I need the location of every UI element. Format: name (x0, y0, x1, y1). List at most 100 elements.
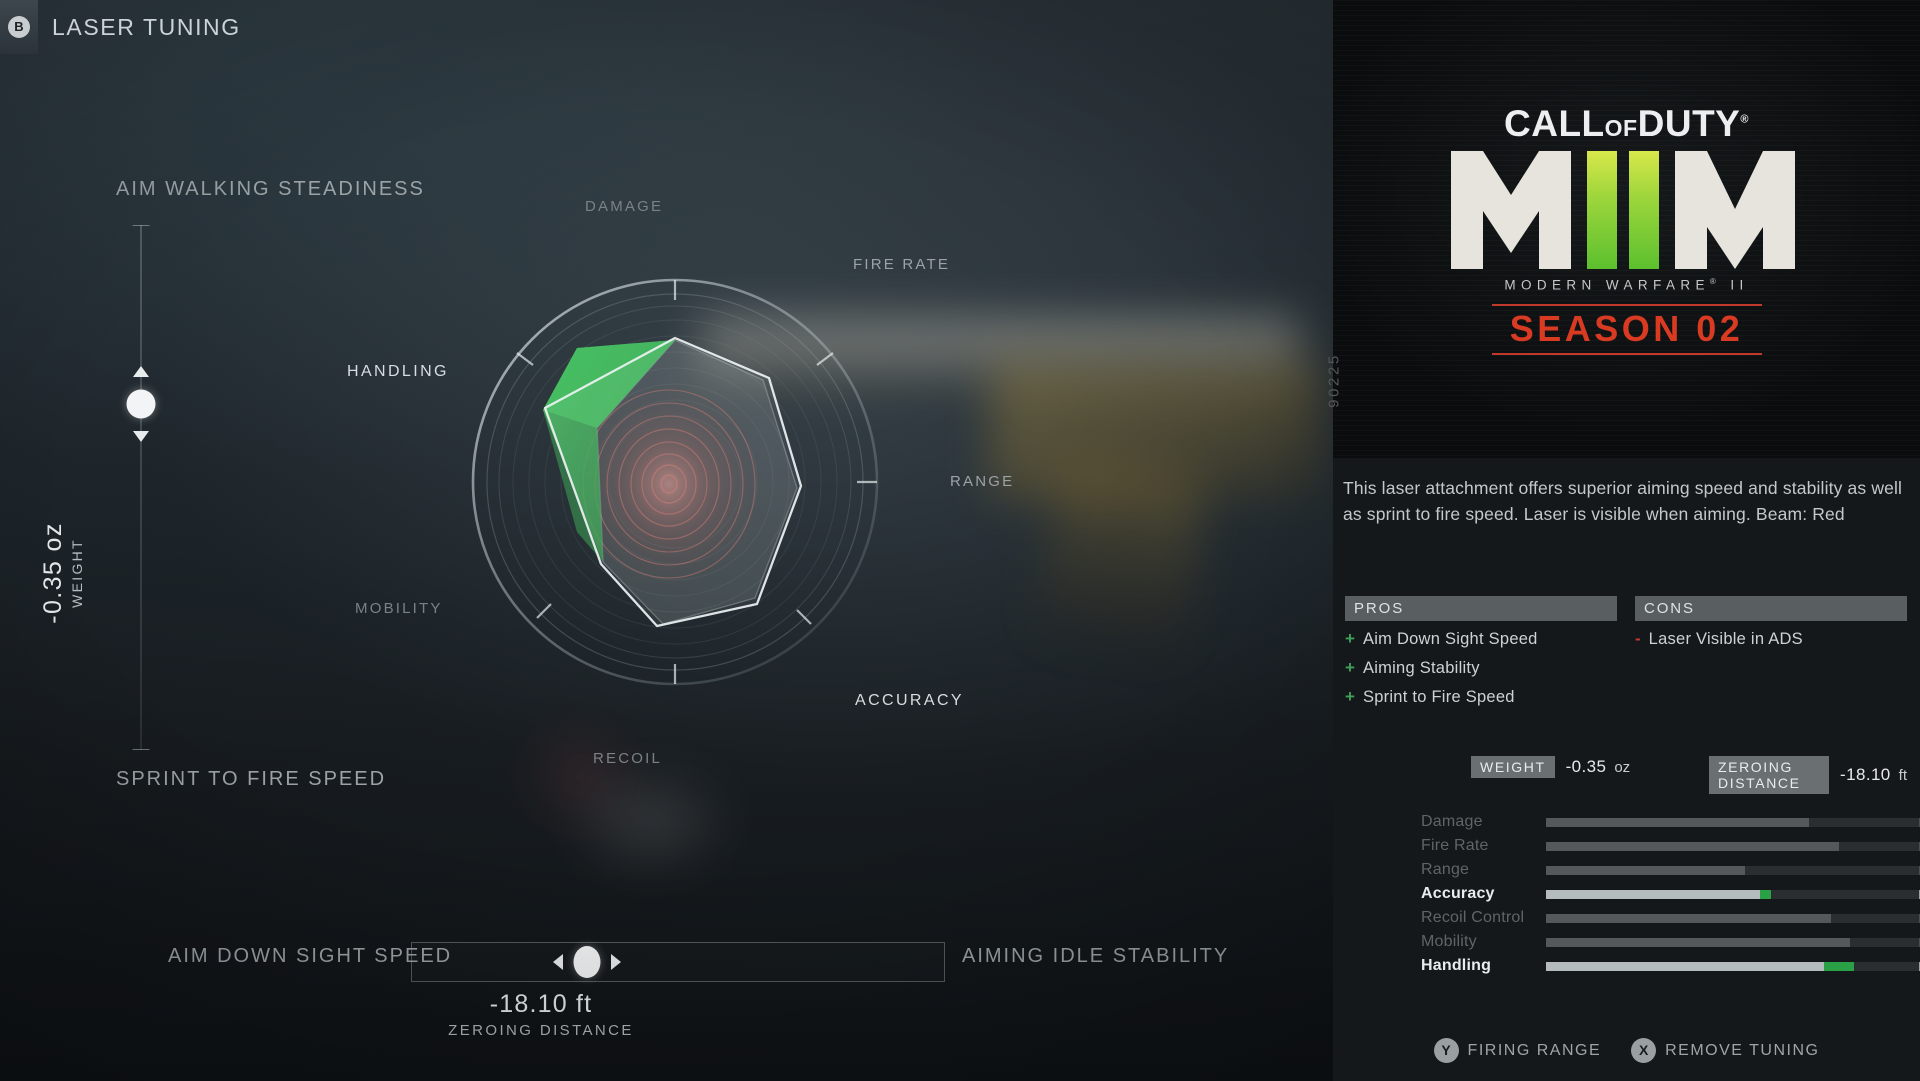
pros-cons-section: PROS + Aim Down Sight Speed + Aiming Sta… (1345, 596, 1907, 717)
list-item: + Sprint to Fire Speed (1345, 688, 1617, 707)
stat-name: Recoil Control (1421, 909, 1525, 926)
zeroing-chip: ZEROING DISTANCE -18.10 ft (1709, 756, 1907, 794)
y-button-icon: Y (1433, 1038, 1459, 1063)
season-rule-bottom (1491, 352, 1762, 355)
radar-label-mobility: MOBILITY (355, 600, 443, 617)
cons-heading: CONS (1635, 596, 1907, 621)
weapon-stock-blur (560, 760, 740, 880)
x-button-icon: X (1631, 1038, 1657, 1063)
weight-slider-label: WEIGHT (69, 538, 85, 608)
season-label: SEASON 02 (1509, 307, 1744, 349)
stat-bar-fill (1546, 961, 1824, 971)
stat-row: Fire Rate (1421, 834, 1920, 858)
zeroing-slider-value: -18.10 ft (489, 990, 593, 1018)
stat-bar (1546, 865, 1920, 875)
pros-list: + Aim Down Sight Speed + Aiming Stabilit… (1345, 630, 1617, 707)
zeroing-chip-unit: ft (1898, 766, 1907, 784)
remove-tuning-button[interactable]: X REMOVE TUNING (1631, 1038, 1819, 1063)
radar-svg (471, 278, 879, 686)
weight-slider-knob-group[interactable] (118, 365, 164, 442)
radar-label-handling: HANDLING (347, 363, 449, 380)
stat-bar-fill (1546, 913, 1831, 923)
weapon-grip-blur (1033, 460, 1207, 660)
stat-bar-fill (1546, 841, 1839, 851)
zeroing-chip-value: -18.10 (1840, 765, 1891, 784)
radar-label-accuracy: ACCURACY (855, 692, 964, 709)
cons-list: - Laser Visible in ADS (1635, 630, 1907, 649)
weight-slider-knob[interactable] (126, 389, 156, 418)
stat-name: Handling (1421, 957, 1492, 974)
left-arrow-icon[interactable] (553, 954, 564, 970)
stat-name: Range (1421, 861, 1470, 878)
zeroing-slider-knob-group[interactable] (552, 945, 622, 979)
stat-bar (1546, 889, 1920, 899)
call-of-duty-wordmark: CALLOFDUTY® (1504, 103, 1749, 145)
stat-bar (1546, 961, 1920, 971)
stat-row: Recoil Control (1421, 906, 1920, 930)
footer-actions: Y FIRING RANGE X REMOVE TUNING (1333, 1038, 1920, 1063)
back-button[interactable]: B (0, 0, 38, 54)
logo-call: CALL (1504, 103, 1605, 145)
radar-label-recoil: RECOIL (593, 750, 663, 767)
zeroing-slider-readout: -18.10 ft ZEROING DISTANCE (411, 990, 671, 1039)
weight-slider-cap-bottom (132, 749, 150, 750)
stat-bar (1546, 937, 1920, 947)
pros-item-text: Sprint to Fire Speed (1362, 688, 1515, 706)
plus-icon: + (1345, 629, 1355, 648)
stat-row: Damage (1421, 810, 1920, 834)
stat-bar-fill (1546, 889, 1760, 899)
tuning-label-aim-walking-steadiness: AIM WALKING STEADINESS (116, 178, 425, 200)
zeroing-slider-track[interactable] (411, 942, 945, 982)
sku-code: 90225 (1325, 353, 1343, 408)
stat-name: Fire Rate (1421, 837, 1489, 854)
stat-name: Damage (1421, 813, 1483, 830)
tuning-label-aiming-idle-stability: AIMING IDLE STABILITY (962, 945, 1230, 967)
registered-mark: ® (1740, 113, 1749, 126)
weight-slider-track[interactable] (140, 225, 142, 750)
weapon-body-blur (990, 360, 1320, 500)
tuning-label-sprint-to-fire-speed: SPRINT TO FIRE SPEED (116, 768, 387, 790)
zeroing-slider-knob[interactable] (573, 946, 601, 978)
zeroing-distance-slider[interactable] (411, 942, 945, 982)
stat-row: Handling (1421, 954, 1920, 978)
screen-root: B LASER TUNING DAMAGE FIRE RATE RANGE AC… (0, 0, 1920, 1081)
weight-slider[interactable] (118, 225, 164, 750)
plus-icon: + (1345, 658, 1355, 677)
stat-row: Range (1421, 858, 1920, 882)
stat-row: Mobility (1421, 930, 1920, 954)
tuning-label-aim-down-sight-speed: AIM DOWN SIGHT SPEED (168, 945, 453, 967)
logo-duty: DUTY (1637, 103, 1741, 145)
stat-bar (1546, 817, 1920, 827)
header: B LASER TUNING (0, 0, 241, 54)
weight-slider-cap-top (132, 225, 150, 226)
logo-subtitle-reg: ® (1709, 277, 1722, 287)
minus-icon: - (1635, 629, 1641, 648)
stat-name: Mobility (1421, 933, 1477, 950)
cons-column: CONS - Laser Visible in ADS (1635, 596, 1907, 717)
weight-slider-value: -0.35 oz (39, 522, 67, 624)
firing-range-button[interactable]: Y FIRING RANGE (1433, 1038, 1602, 1063)
weight-slider-readout: -0.35 oz WEIGHT (39, 522, 85, 624)
firing-range-label: FIRING RANGE (1467, 1041, 1602, 1059)
logo-of: OF (1604, 115, 1638, 142)
pros-item-text: Aiming Stability (1362, 659, 1480, 677)
pros-heading: PROS (1345, 596, 1617, 621)
stats-radar-chart (425, 232, 925, 732)
weight-chip-value: -0.35 (1565, 757, 1607, 776)
weight-chip-unit: oz (1614, 758, 1631, 776)
stat-bar-fill (1546, 865, 1745, 875)
up-arrow-icon[interactable] (133, 365, 149, 377)
laser-glow (520, 720, 640, 830)
down-arrow-icon[interactable] (133, 430, 149, 442)
right-arrow-icon[interactable] (611, 954, 622, 970)
stat-bar-fill (1546, 817, 1809, 827)
stat-row: Accuracy (1421, 882, 1920, 906)
remove-tuning-label: REMOVE TUNING (1665, 1041, 1820, 1059)
list-item: + Aiming Stability (1345, 659, 1617, 678)
stat-bar-fill (1546, 937, 1850, 947)
stat-bar (1546, 841, 1920, 851)
page-title: LASER TUNING (52, 13, 241, 40)
tuning-area: B LASER TUNING DAMAGE FIRE RATE RANGE AC… (0, 0, 1333, 1081)
weight-chip-key: WEIGHT (1471, 756, 1555, 778)
b-button-icon: B (8, 16, 30, 38)
